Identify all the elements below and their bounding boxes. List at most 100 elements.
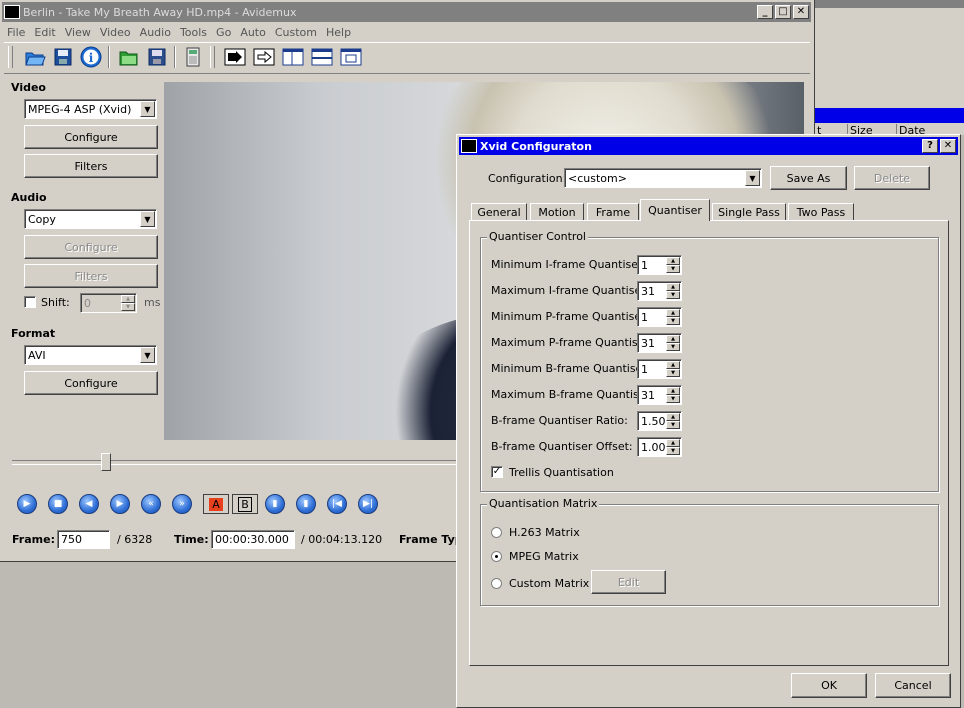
- set-marker-a-button[interactable]: A: [203, 494, 229, 514]
- menu-custom[interactable]: Custom: [275, 26, 317, 39]
- menu-go[interactable]: Go: [216, 26, 231, 39]
- menu-help[interactable]: Help: [326, 26, 351, 39]
- output-icon[interactable]: [253, 46, 275, 68]
- save-icon[interactable]: [52, 46, 74, 68]
- previous-frame-button[interactable]: ◀: [79, 494, 99, 514]
- stop-button[interactable]: ■: [48, 494, 68, 514]
- next-frame-button[interactable]: ▶: [110, 494, 130, 514]
- time-input[interactable]: 00:00:30.000: [211, 530, 295, 549]
- minimize-button[interactable]: _: [757, 5, 773, 19]
- play-filtered-icon[interactable]: [224, 46, 246, 68]
- menu-file[interactable]: File: [7, 26, 25, 39]
- spin-arrows[interactable]: ▲ ▼: [666, 309, 680, 325]
- configuration-label: Configuration:: [488, 172, 567, 185]
- set-marker-b-button[interactable]: B: [232, 494, 258, 514]
- layout-side-icon[interactable]: [282, 46, 304, 68]
- open-folder-icon[interactable]: [118, 46, 140, 68]
- configuration-select[interactable]: <custom> ▼: [564, 168, 762, 188]
- toolbar-separator: [174, 46, 176, 68]
- audio-filters-button[interactable]: Filters: [24, 264, 158, 288]
- b-quantiser-ratio-spinbox[interactable]: 1.50 ▲ ▼: [637, 411, 682, 431]
- mpeg-matrix-radio[interactable]: [491, 551, 502, 562]
- play-button[interactable]: ▶: [17, 494, 37, 514]
- tab-motion-label: Motion: [538, 206, 576, 219]
- last-frame-button[interactable]: ▶|: [358, 494, 378, 514]
- close-button[interactable]: ✕: [793, 5, 809, 19]
- tab-frame-label: Frame: [595, 206, 631, 219]
- tab-motion[interactable]: Motion: [530, 203, 584, 221]
- tab-quantiser[interactable]: Quantiser: [640, 199, 710, 221]
- audio-configure-button[interactable]: Configure: [24, 235, 158, 259]
- edit-matrix-button[interactable]: Edit: [591, 570, 666, 594]
- b-quantiser-offset-spinbox[interactable]: 1.00 ▲ ▼: [637, 437, 682, 457]
- previous-keyframe-button[interactable]: «: [141, 494, 161, 514]
- menu-edit[interactable]: Edit: [34, 26, 55, 39]
- chevron-down-icon[interactable]: ▼: [140, 211, 155, 227]
- trellis-checkbox[interactable]: ✓: [491, 466, 503, 478]
- audio-section-label: Audio: [11, 191, 47, 204]
- spin-arrows[interactable]: ▲ ▼: [666, 439, 680, 455]
- next-keyframe-button[interactable]: »: [172, 494, 192, 514]
- tab-frame[interactable]: Frame: [587, 203, 639, 221]
- spin-arrows[interactable]: ▲ ▼: [666, 361, 680, 377]
- video-codec-select[interactable]: MPEG-4 ASP (Xvid) ▼: [24, 99, 157, 119]
- b-quantiser-ratio-label: B-frame Quantiser Ratio:: [491, 414, 628, 427]
- menu-auto[interactable]: Auto: [240, 26, 266, 39]
- min-i-quantiser-spinbox[interactable]: 1 ▲ ▼: [637, 255, 682, 275]
- spin-arrows[interactable]: ▲ ▼: [666, 257, 680, 273]
- format-configure-button[interactable]: Configure: [24, 371, 158, 395]
- video-filters-button[interactable]: Filters: [24, 154, 158, 178]
- save-as-button[interactable]: Save As: [770, 166, 847, 190]
- layout-window-icon[interactable]: [340, 46, 362, 68]
- min-b-quantiser-spinbox[interactable]: 1 ▲ ▼: [637, 359, 682, 379]
- previous-black-frame-button[interactable]: ▮: [265, 494, 285, 514]
- next-black-frame-button[interactable]: ▮: [296, 494, 316, 514]
- menu-audio[interactable]: Audio: [140, 26, 171, 39]
- open-icon[interactable]: [24, 46, 46, 68]
- menu-video[interactable]: Video: [100, 26, 131, 39]
- min-p-quantiser-spinbox[interactable]: 1 ▲ ▼: [637, 307, 682, 327]
- spin-value: 31: [641, 388, 655, 402]
- shift-checkbox[interactable]: [24, 296, 36, 308]
- save-disk-icon[interactable]: [146, 46, 168, 68]
- video-configure-label: Configure: [64, 130, 118, 144]
- spin-arrows[interactable]: ▲ ▼: [666, 335, 680, 351]
- video-configure-button[interactable]: Configure: [24, 125, 158, 149]
- maximize-button[interactable]: □: [775, 5, 791, 19]
- max-i-quantiser-spinbox[interactable]: 31 ▲ ▼: [637, 281, 682, 301]
- format-configure-label: Configure: [64, 376, 118, 390]
- layout-horizontal-icon[interactable]: [311, 46, 333, 68]
- menu-tools[interactable]: Tools: [180, 26, 207, 39]
- menu-view[interactable]: View: [65, 26, 91, 39]
- shift-spinbox[interactable]: 0 ▲ ▼: [80, 293, 137, 313]
- max-b-quantiser-spinbox[interactable]: 31 ▲ ▼: [637, 385, 682, 405]
- custom-matrix-radio[interactable]: [491, 578, 502, 589]
- delete-button[interactable]: Delete: [854, 166, 930, 190]
- cancel-button[interactable]: Cancel: [875, 673, 951, 698]
- spin-arrows[interactable]: ▲ ▼: [666, 283, 680, 299]
- max-p-quantiser-spinbox[interactable]: 31 ▲ ▼: [637, 333, 682, 353]
- frame-input[interactable]: 750: [57, 530, 110, 549]
- help-button[interactable]: ?: [922, 139, 938, 153]
- info-icon[interactable]: i: [80, 46, 102, 68]
- dialog-close-button[interactable]: ✕: [940, 139, 956, 153]
- spin-arrows[interactable]: ▲ ▼: [121, 295, 135, 311]
- ok-button[interactable]: OK: [791, 673, 867, 698]
- audio-codec-select[interactable]: Copy ▼: [24, 209, 157, 229]
- min-b-quantiser-label: Minimum B-frame Quantiser:: [491, 362, 651, 375]
- format-select[interactable]: AVI ▼: [24, 345, 157, 365]
- h263-matrix-radio[interactable]: [491, 527, 502, 538]
- tab-two-pass[interactable]: Two Pass: [788, 203, 854, 221]
- tab-general[interactable]: General: [471, 203, 527, 221]
- chevron-down-icon[interactable]: ▼: [140, 101, 155, 117]
- timeline-thumb[interactable]: [100, 453, 111, 471]
- first-frame-button[interactable]: |◀: [327, 494, 347, 514]
- window-title: Berlin - Take My Breath Away HD.mp4 - Av…: [23, 5, 297, 19]
- spin-arrows[interactable]: ▲ ▼: [666, 387, 680, 403]
- chevron-down-icon[interactable]: ▼: [140, 347, 155, 363]
- toolbar-grip: [210, 46, 215, 68]
- calculator-icon[interactable]: [182, 46, 204, 68]
- tab-single-pass[interactable]: Single Pass: [712, 203, 786, 221]
- chevron-down-icon[interactable]: ▼: [745, 170, 760, 186]
- spin-arrows[interactable]: ▲ ▼: [666, 413, 680, 429]
